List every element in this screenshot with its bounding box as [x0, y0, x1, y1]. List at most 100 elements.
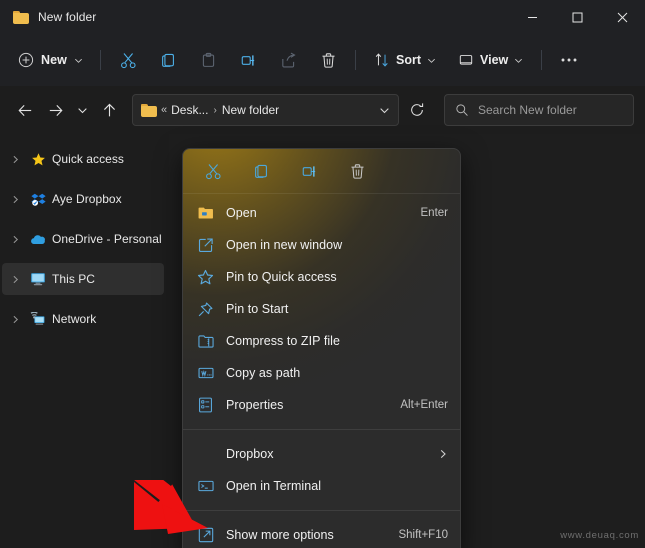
- terminal-icon: [197, 478, 214, 495]
- scissors-icon: [120, 52, 137, 69]
- dropbox-icon: [28, 190, 48, 208]
- menu-item-label: Open in Terminal: [226, 479, 321, 493]
- see-more-button[interactable]: [550, 44, 588, 76]
- breadcrumb[interactable]: « Desk... › New folder: [132, 94, 399, 126]
- view-button[interactable]: View: [448, 44, 533, 76]
- share-button[interactable]: [269, 44, 307, 76]
- breadcrumb-current[interactable]: New folder: [222, 103, 279, 117]
- chevron-down-icon: [77, 105, 88, 116]
- address-bar-row: « Desk... › New folder Search New folder: [0, 86, 645, 134]
- breadcrumb-separator: ›: [213, 105, 216, 116]
- recent-locations-button[interactable]: [70, 95, 94, 125]
- delete-button[interactable]: [309, 44, 347, 76]
- paste-button[interactable]: [189, 44, 227, 76]
- zip-folder-icon: [197, 333, 214, 350]
- chevron-right-icon[interactable]: [6, 310, 24, 328]
- context-menu: Open Enter Open in new window: [182, 148, 461, 548]
- forward-button[interactable]: [40, 95, 70, 125]
- menu-item-open[interactable]: Open Enter: [183, 197, 460, 229]
- menu-item-open-in-new-window[interactable]: Open in new window: [183, 229, 460, 261]
- minimize-button[interactable]: [510, 0, 555, 34]
- cloud-icon: [28, 230, 48, 248]
- monitor-icon: [28, 270, 48, 288]
- chevron-right-icon: [438, 449, 448, 459]
- copy-icon: [160, 52, 177, 69]
- menu-item-label: Pin to Quick access: [226, 270, 337, 284]
- sidebar-item-quick-access[interactable]: Quick access: [2, 143, 164, 175]
- menu-item-pin-to-quick-access[interactable]: Pin to Quick access: [183, 261, 460, 293]
- menu-item-dropbox[interactable]: Dropbox: [183, 438, 460, 470]
- sidebar-item-label: Aye Dropbox: [52, 192, 122, 206]
- rename-button[interactable]: [229, 44, 267, 76]
- menu-item-label: Copy as path: [226, 366, 300, 380]
- menu-item-properties[interactable]: Properties Alt+Enter: [183, 389, 460, 421]
- menu-item-show-more-options[interactable]: Show more options Shift+F10: [183, 519, 460, 548]
- menu-item-pin-to-start[interactable]: Pin to Start: [183, 293, 460, 325]
- sidebar-gap: [0, 175, 169, 183]
- menu-item-label: Show more options: [226, 528, 334, 542]
- refresh-button[interactable]: [402, 95, 432, 125]
- chevron-down-icon: [379, 105, 390, 116]
- search-icon: [455, 103, 469, 117]
- chevron-right-icon[interactable]: [6, 270, 24, 288]
- maximize-button[interactable]: [555, 0, 600, 34]
- copy-menu-icon[interactable]: [246, 156, 276, 186]
- plus-circle-icon: [18, 52, 34, 68]
- watermark: www.deuaq.com: [560, 530, 639, 541]
- sidebar-item-label: Quick access: [52, 152, 124, 166]
- menu-item-open-in-terminal[interactable]: Open in Terminal: [183, 470, 460, 502]
- sidebar-item-label: This PC: [52, 272, 95, 286]
- sidebar-item-onedrive-personal[interactable]: OneDrive - Personal: [2, 223, 164, 255]
- menu-item-label: Pin to Start: [226, 302, 288, 316]
- close-button[interactable]: [600, 0, 645, 34]
- toolbar-divider: [100, 50, 101, 70]
- new-button-label: New: [41, 53, 67, 67]
- rename-menu-icon[interactable]: [294, 156, 324, 186]
- menu-item-copy-as-path[interactable]: Copy as path: [183, 357, 460, 389]
- chevron-right-icon[interactable]: [6, 150, 24, 168]
- back-arrow-icon: [17, 102, 34, 119]
- context-menu-group-1: Open Enter Open in new window: [183, 194, 460, 424]
- copy-button[interactable]: [149, 44, 187, 76]
- sidebar-item-label: Network: [52, 312, 96, 326]
- menu-item-label: Compress to ZIP file: [226, 334, 340, 348]
- view-button-label: View: [480, 53, 508, 67]
- sort-button[interactable]: Sort: [364, 44, 446, 76]
- new-button[interactable]: New: [12, 44, 93, 76]
- breadcrumb-dropdown-button[interactable]: [374, 97, 394, 123]
- sidebar-item-this-pc[interactable]: This PC: [2, 263, 164, 295]
- folder-icon: [13, 11, 29, 24]
- star-outline-icon: [197, 269, 214, 286]
- sidebar-item-aye-dropbox[interactable]: Aye Dropbox: [2, 183, 164, 215]
- cut-button[interactable]: [109, 44, 147, 76]
- sidebar-gap: [0, 295, 169, 303]
- menu-item-accelerator: Shift+F10: [398, 529, 448, 541]
- back-button[interactable]: [10, 95, 40, 125]
- command-bar: New: [0, 34, 645, 86]
- navigation-pane: Quick access Aye Dropb: [0, 134, 169, 548]
- menu-item-compress-to-zip-file[interactable]: Compress to ZIP file: [183, 325, 460, 357]
- cut-menu-icon[interactable]: [198, 156, 228, 186]
- chevron-right-icon[interactable]: [6, 230, 24, 248]
- network-icon: [28, 310, 48, 328]
- context-menu-group-3: Show more options Shift+F10: [183, 516, 460, 548]
- chevron-right-icon[interactable]: [6, 190, 24, 208]
- forward-arrow-icon: [47, 102, 64, 119]
- delete-menu-icon[interactable]: [342, 156, 372, 186]
- ellipsis-icon: [560, 57, 578, 63]
- rename-icon: [240, 52, 257, 69]
- dropbox-menu-icon-placeholder: [197, 446, 214, 463]
- copy-path-icon: [197, 365, 214, 382]
- external-window-icon: [197, 237, 214, 254]
- sidebar-gap: [0, 255, 169, 263]
- sidebar-item-network[interactable]: Network: [2, 303, 164, 335]
- context-menu-separator-2: [183, 510, 460, 511]
- search-box[interactable]: Search New folder: [444, 94, 634, 126]
- menu-item-accelerator: Alt+Enter: [400, 399, 448, 411]
- context-menu-separator-1: [183, 429, 460, 430]
- breadcrumb-overflow[interactable]: «: [161, 104, 166, 116]
- trash-icon: [349, 163, 366, 180]
- up-button[interactable]: [94, 95, 124, 125]
- breadcrumb-parent[interactable]: Desk...: [171, 103, 208, 117]
- search-input[interactable]: Search New folder: [478, 103, 577, 117]
